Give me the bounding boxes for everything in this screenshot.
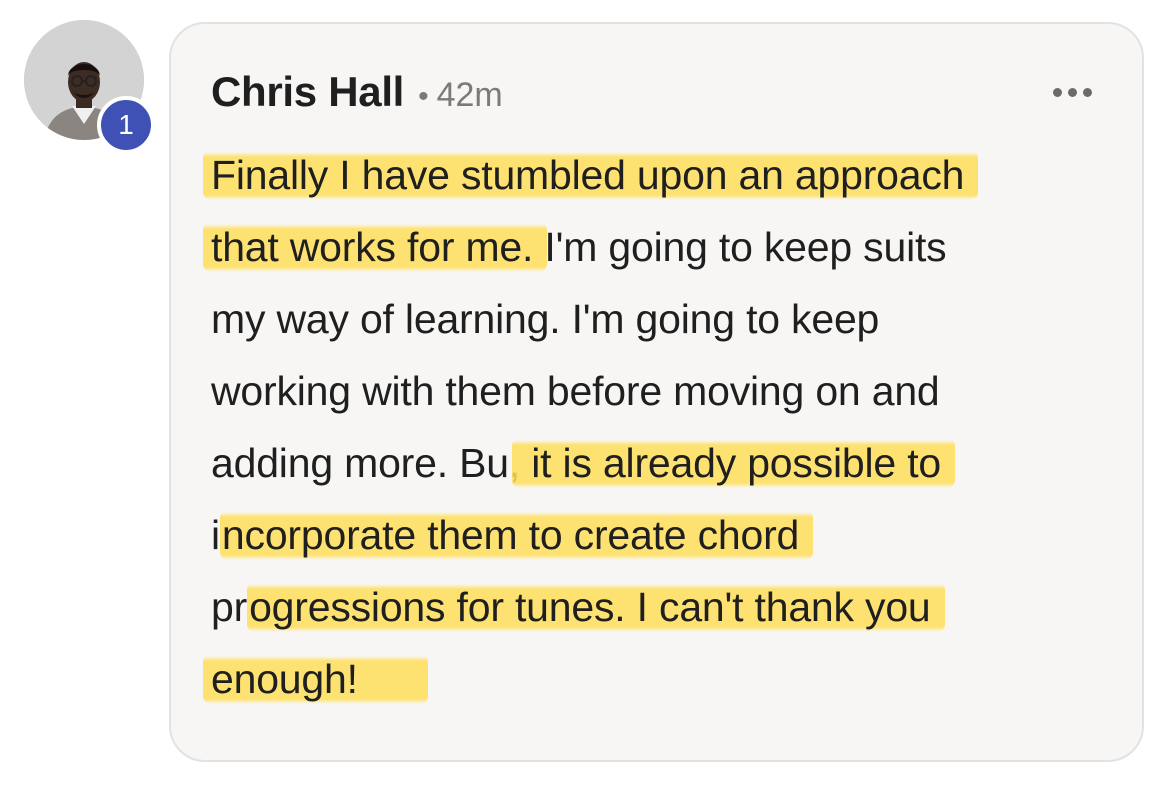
highlighted-text: ncorporate them to create chord <box>219 510 814 560</box>
plain-text: i <box>211 512 220 558</box>
author-name[interactable]: Chris Hall <box>211 68 404 116</box>
header-separator: • <box>418 80 429 113</box>
comment-line: working with them before moving on and <box>211 355 1116 427</box>
highlighted-text: it is already possible to <box>512 438 956 488</box>
highlighted-text: enough! <box>203 654 428 704</box>
plain-text: my way of learning. I'm going to keep <box>211 296 880 342</box>
comment-line: my way of learning. I'm going to keep <box>211 283 1116 355</box>
plain-text: I'm going to keep suits <box>533 224 947 270</box>
more-horizontal-icon[interactable] <box>1053 88 1092 97</box>
comment-thread: 1 Chris Hall • 42m Finally I have stumbl… <box>0 0 1170 788</box>
menu-dot <box>1083 88 1092 97</box>
comment-line: adding more. Bu, it is already possible … <box>211 427 1116 499</box>
timestamp: 42m <box>436 76 503 114</box>
plain-text: working with them before moving on and <box>211 368 940 414</box>
plain-text: adding more. Bu, <box>211 440 521 486</box>
comment-line: that works for me. I'm going to keep sui… <box>203 211 1116 283</box>
plain-text: pr <box>211 584 248 630</box>
comment-header: Chris Hall • 42m <box>211 68 503 116</box>
comment-line: progressions for tunes. I can't thank yo… <box>211 571 1116 643</box>
menu-dot <box>1053 88 1062 97</box>
highlighted-text: ogressions for tunes. I can't thank you <box>247 582 945 632</box>
highlighted-text: that works for me. <box>203 222 548 272</box>
comment-line: enough! <box>203 643 1116 715</box>
comment-card: Chris Hall • 42m Finally I have stumbled… <box>169 22 1144 762</box>
highlighted-text: Finally I have stumbled upon an approach <box>203 150 979 200</box>
comment-body: Finally I have stumbled upon an approach… <box>203 139 1116 715</box>
menu-dot <box>1068 88 1077 97</box>
notification-badge: 1 <box>97 96 155 154</box>
comment-line: Finally I have stumbled upon an approach <box>203 139 1116 211</box>
comment-line: incorporate them to create chord <box>211 499 1116 571</box>
